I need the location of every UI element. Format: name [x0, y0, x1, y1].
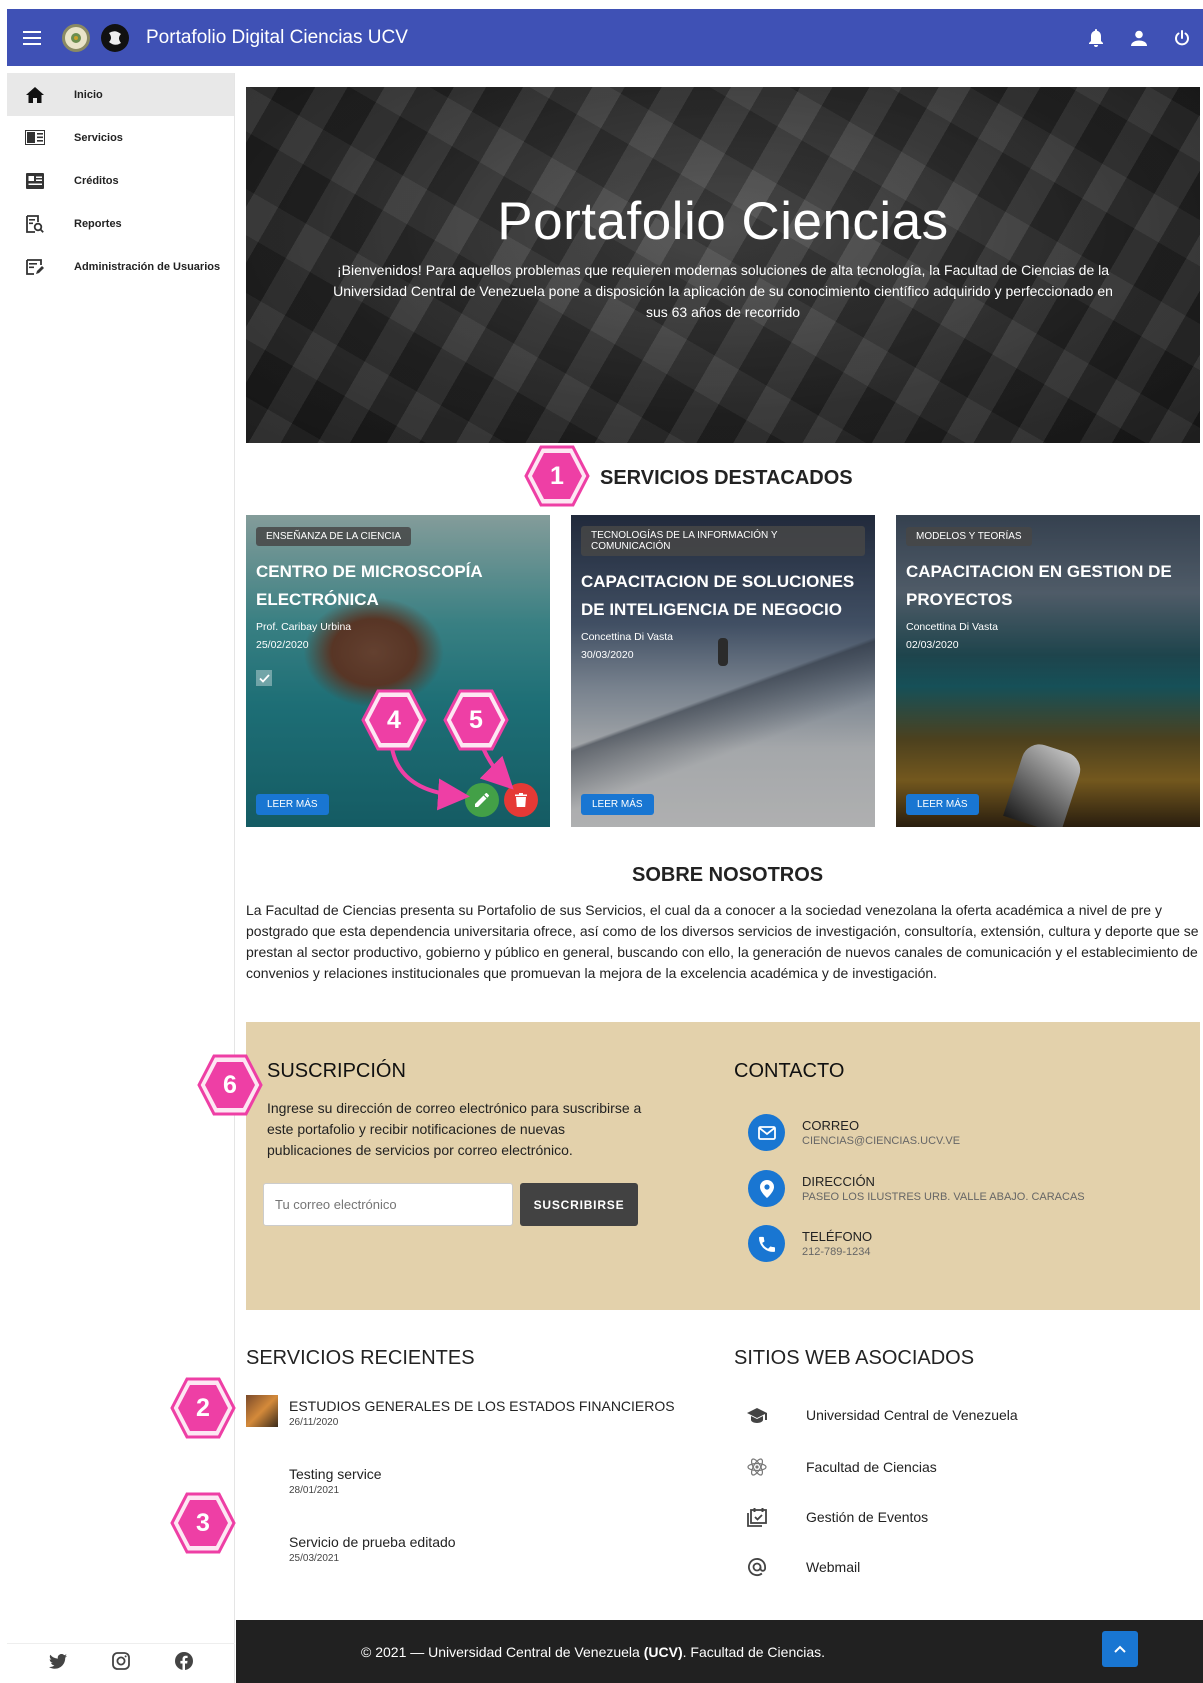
page: Portafolio Digital Ciencias UCV Inicio S… — [0, 0, 1203, 1683]
annotation-marker: 6 — [197, 1054, 263, 1116]
annotation-marker: 5 — [443, 689, 509, 751]
annotation-marker: 3 — [170, 1492, 236, 1554]
annotation-marker: 4 — [361, 689, 427, 751]
annotation-marker: 1 — [524, 445, 590, 507]
annotation-marker: 2 — [170, 1377, 236, 1439]
